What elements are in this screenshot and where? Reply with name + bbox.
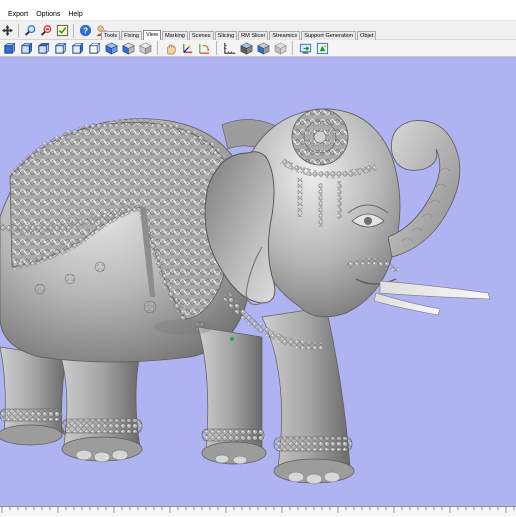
view-front-icon[interactable] xyxy=(2,41,16,55)
menu-export[interactable]: Export xyxy=(4,11,32,18)
view-right-icon[interactable] xyxy=(53,41,67,55)
tab-support-generation[interactable]: Support Generation xyxy=(301,31,357,40)
toolbar-separator xyxy=(216,41,217,55)
toolbar-separator xyxy=(18,23,19,38)
cube-icon[interactable] xyxy=(256,41,270,55)
menu-options[interactable]: Options xyxy=(32,11,64,18)
checklist-icon[interactable] xyxy=(55,24,69,38)
view-left-icon[interactable] xyxy=(36,41,50,55)
elephant-model[interactable] xyxy=(0,57,516,510)
menu-bar: Export Options Help xyxy=(0,8,516,21)
tab-fixing[interactable]: Fixing xyxy=(121,31,142,40)
scale-ruler xyxy=(0,506,516,516)
title-strip xyxy=(0,0,516,8)
move-icon[interactable] xyxy=(0,24,14,38)
ruler-icon[interactable] xyxy=(222,41,236,55)
svg-text:?: ? xyxy=(82,25,87,35)
tab-rm-slicer[interactable]: RM Slicer xyxy=(238,31,269,40)
rotate-axes-icon[interactable] xyxy=(197,41,211,55)
tab-tools[interactable]: Tools xyxy=(101,31,121,40)
tab-scenes[interactable]: Scenes xyxy=(188,31,214,40)
menu-help[interactable]: Help xyxy=(64,11,86,18)
shade-icon[interactable] xyxy=(239,41,253,55)
view-perspective-icon[interactable] xyxy=(138,41,152,55)
3d-viewport[interactable] xyxy=(0,57,516,510)
screenshot-icon[interactable] xyxy=(298,41,312,55)
marker-point xyxy=(229,336,235,342)
axes-icon[interactable] xyxy=(180,41,194,55)
view-toolbar xyxy=(0,40,516,57)
view-bottom-icon[interactable] xyxy=(87,41,101,55)
tab-objet[interactable]: Objet xyxy=(357,31,377,40)
toolbar-separator xyxy=(73,23,74,38)
fit-view-icon[interactable] xyxy=(315,41,329,55)
search-icon[interactable] xyxy=(23,24,37,38)
toolbar-separator xyxy=(157,41,158,55)
toolbar-separator xyxy=(292,41,293,55)
cube-alt-icon[interactable] xyxy=(273,41,287,55)
zoom-out-icon[interactable] xyxy=(39,24,53,38)
tab-streamics[interactable]: Streamics xyxy=(269,31,301,40)
tab-slicing[interactable]: Slicing xyxy=(214,31,238,40)
tab-bar: Tools Fixing View Marking Scenes Slicing… xyxy=(101,30,377,40)
tab-view[interactable]: View xyxy=(142,30,162,40)
tab-marking[interactable]: Marking xyxy=(162,31,188,40)
view-iso-alt-icon[interactable] xyxy=(121,41,135,55)
help-icon[interactable]: ? xyxy=(78,24,92,38)
view-iso-icon[interactable] xyxy=(104,41,118,55)
pan-icon[interactable] xyxy=(163,41,177,55)
view-back-icon[interactable] xyxy=(19,41,33,55)
view-top-icon[interactable] xyxy=(70,41,84,55)
